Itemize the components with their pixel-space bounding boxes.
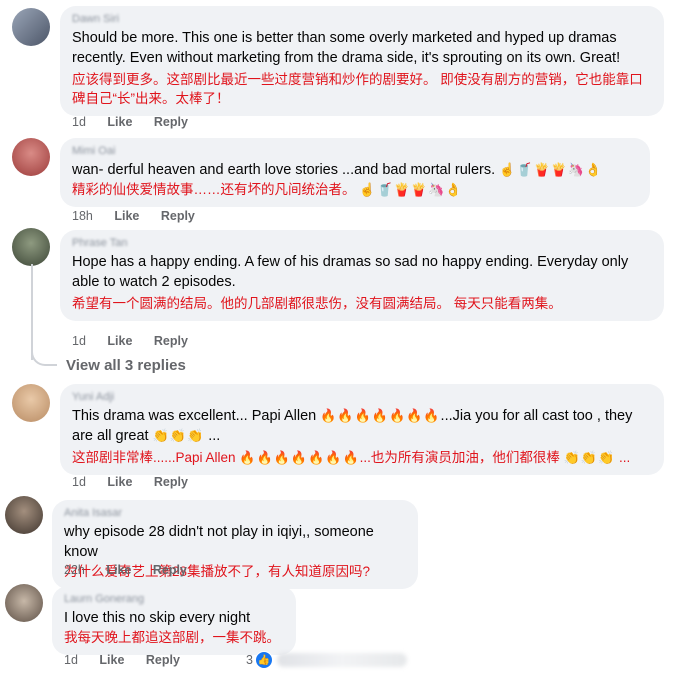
emoji-row: ☝️🥤🍟🍟🦄👌 <box>499 162 603 177</box>
reply-button[interactable]: Reply <box>154 115 188 129</box>
comment-actions: 1d Like Reply <box>64 653 198 667</box>
translation-text: 精彩的仙侠爱情故事……还有坏的凡间统治者。 ☝️🥤🍟🍟🦄👌 <box>72 180 638 199</box>
timestamp[interactable]: 18h <box>72 209 93 223</box>
comment-text: I love this no skip every night <box>64 610 251 626</box>
comment-actions: 1d Like Reply <box>72 475 206 489</box>
comment-text: wan- derful heaven and earth love storie… <box>72 160 638 180</box>
author-name[interactable]: Phrase Tan <box>72 236 652 250</box>
comment-actions: 1d Like Reply <box>72 115 206 129</box>
timestamp[interactable]: 1d <box>72 475 86 489</box>
timestamp[interactable]: 1d <box>64 653 78 667</box>
comment-bubble: Yuni Adji This drama was excellent... Pa… <box>60 384 664 475</box>
emoji-row: ☝️🥤🍟🍟🦄👌 <box>359 182 463 197</box>
comment-bubble: Mimi Oai wan- derful heaven and earth lo… <box>60 138 650 207</box>
timestamp[interactable]: 1d <box>72 334 86 348</box>
timestamp[interactable]: 22h <box>64 563 85 577</box>
thumbs-up-icon: 👍 <box>254 651 273 669</box>
comment-text: This drama was excellent... Papi Allen 🔥… <box>72 406 652 446</box>
comment-bubble: Dawn Siri Should be more. This one is be… <box>60 6 664 116</box>
comment-text-part: This drama was excellent... Papi Allen <box>72 408 317 424</box>
avatar[interactable] <box>5 584 43 622</box>
comment-text: Should be more. This one is better than … <box>72 30 621 66</box>
thread-connector <box>31 346 57 366</box>
translation-text: 应该得到更多。这部剧比最近一些过度营销和炒作的剧要好。 即使没有剧方的营销，它也… <box>72 72 643 106</box>
author-name[interactable]: Laurn Gonerang <box>64 592 284 606</box>
like-button[interactable]: Like <box>99 653 124 667</box>
translation-text-part: 这部剧非常棒......Papi Allen <box>72 450 236 465</box>
comment-text-part: ... <box>208 428 221 444</box>
comment-actions: 1d Like Reply <box>72 334 206 348</box>
comment-bubble: Phrase Tan Hope has a happy ending. A fe… <box>60 230 664 321</box>
reaction-summary[interactable]: 3 👍 <box>246 650 407 670</box>
author-name[interactable]: Yuni Adji <box>72 390 652 404</box>
author-name[interactable]: Mimi Oai <box>72 144 638 158</box>
avatar[interactable] <box>12 384 50 422</box>
comment-text: why episode 28 didn't not play in iqiyi,… <box>64 524 374 560</box>
comment-actions: 18h Like Reply <box>72 209 213 223</box>
avatar[interactable] <box>12 228 50 266</box>
avatar[interactable] <box>12 138 50 176</box>
translation-text-body: 精彩的仙侠爱情故事……还有坏的凡间统治者。 <box>72 182 356 197</box>
author-name[interactable]: Dawn Siri <box>72 12 652 26</box>
comment-text: Hope has a happy ending. A few of his dr… <box>72 254 629 290</box>
comment-bubble: Laurn Gonerang I love this no skip every… <box>52 586 296 655</box>
avatar[interactable] <box>5 496 43 534</box>
clap-emoji-row: 👏👏👏 <box>152 428 205 443</box>
translation-text-part: ... <box>619 450 631 465</box>
reply-button[interactable]: Reply <box>154 475 188 489</box>
like-button[interactable]: Like <box>114 209 139 223</box>
comment-text-body: wan- derful heaven and earth love storie… <box>72 162 496 178</box>
reply-button[interactable]: Reply <box>161 209 195 223</box>
blurred-reactor-names <box>276 653 407 667</box>
translation-text: 我每天晚上都追这部剧，一集不跳。 <box>64 630 280 645</box>
like-button[interactable]: Like <box>107 334 132 348</box>
reply-button[interactable]: Reply <box>153 563 187 577</box>
translation-text-part: ...也为所有演员加油，他们都很棒 <box>359 450 560 465</box>
clap-emoji-row: 👏👏👏 <box>563 450 616 465</box>
avatar[interactable] <box>12 8 50 46</box>
reply-button[interactable]: Reply <box>146 653 180 667</box>
like-button[interactable]: Like <box>106 563 131 577</box>
view-replies-link[interactable]: View all 3 replies <box>66 357 186 374</box>
fire-emoji-row: 🔥🔥🔥🔥🔥🔥🔥 <box>320 408 441 423</box>
comment-actions: 22h Like Reply <box>64 563 205 577</box>
translation-text: 这部剧非常棒......Papi Allen 🔥🔥🔥🔥🔥🔥🔥...也为所有演员加… <box>72 448 652 467</box>
like-button[interactable]: Like <box>107 115 132 129</box>
author-name[interactable]: Anita Isasar <box>64 506 406 520</box>
reaction-count: 3 <box>246 653 253 667</box>
reply-button[interactable]: Reply <box>154 334 188 348</box>
fire-emoji-row: 🔥🔥🔥🔥🔥🔥🔥 <box>239 450 360 465</box>
like-button[interactable]: Like <box>107 475 132 489</box>
translation-text: 希望有一个圆满的结局。他的几部剧都很悲伤，没有圆满结局。 每天只能看两集。 <box>72 296 562 311</box>
timestamp[interactable]: 1d <box>72 115 86 129</box>
